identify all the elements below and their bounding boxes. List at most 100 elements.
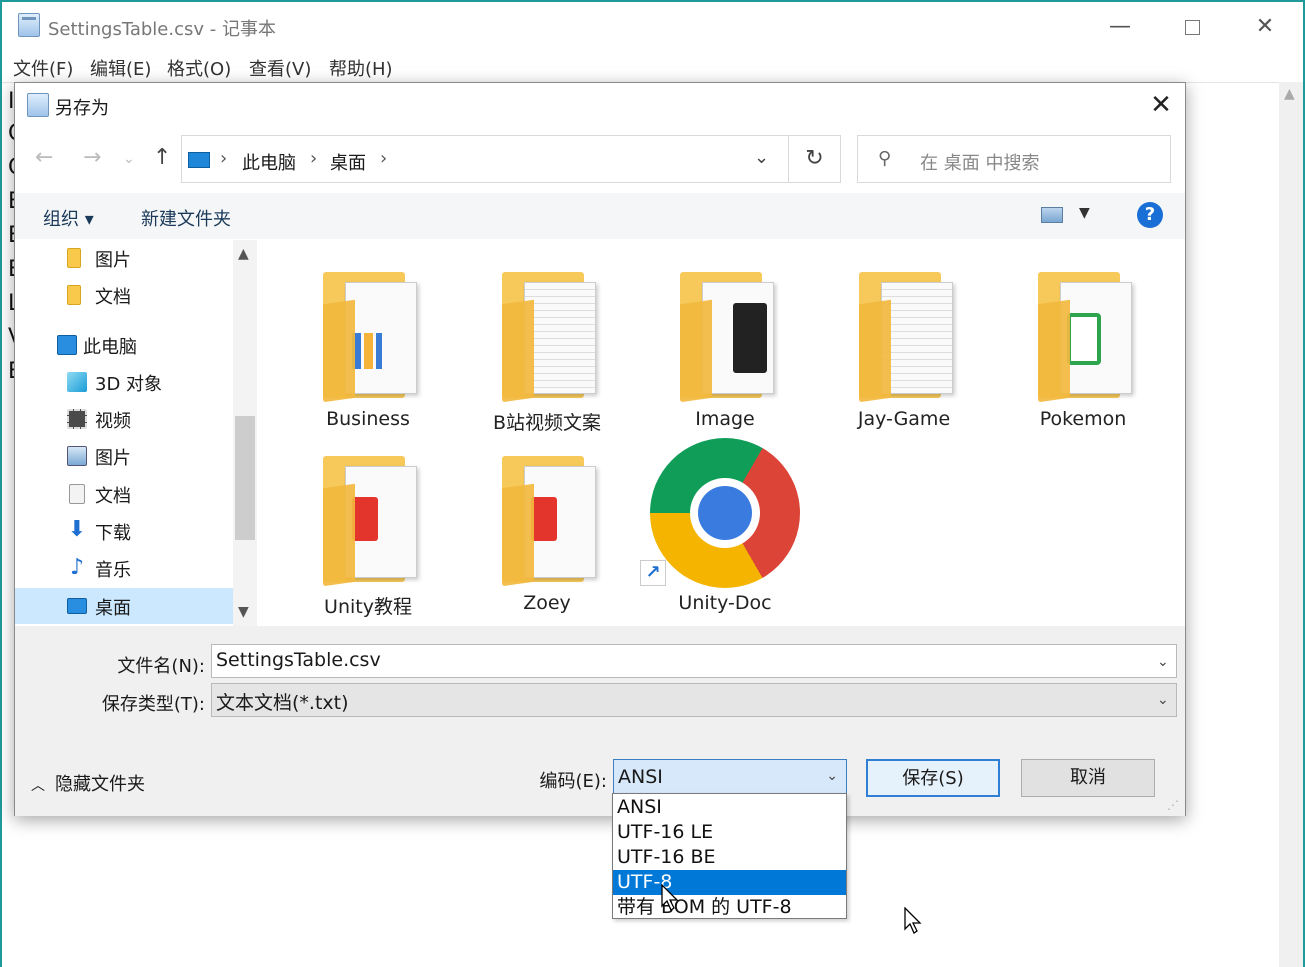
nav-item-pictures[interactable]: 图片 xyxy=(15,240,233,276)
organize-button[interactable]: 组织 ▾ xyxy=(43,205,94,231)
search-placeholder: 在 桌面 中搜索 xyxy=(920,153,1040,174)
folder-icon xyxy=(323,272,423,403)
nav-item-label: 文档 xyxy=(95,287,131,308)
minimize-button[interactable]: — xyxy=(1097,7,1143,47)
encoding-option-utf8-bom[interactable]: 带有 BOM 的 UTF-8 xyxy=(613,895,846,920)
chevron-down-icon[interactable]: ⌄ xyxy=(1157,654,1169,670)
help-icon[interactable]: ? xyxy=(1137,202,1163,228)
file-item-unity-tutorial[interactable]: Unity教程 xyxy=(283,446,453,626)
nav-item-label: 3D 对象 xyxy=(95,374,163,395)
menu-view[interactable]: 查看(V) xyxy=(249,55,311,81)
nav-item-label: 音乐 xyxy=(95,560,131,581)
back-arrow-icon[interactable]: ← xyxy=(35,145,53,170)
notepad-title: SettingsTable.csv - 记事本 xyxy=(48,19,276,40)
nav-item-documents-2[interactable]: 文档 xyxy=(15,476,233,512)
file-name: Unity-Doc xyxy=(678,592,772,614)
view-options-icon[interactable] xyxy=(1041,207,1063,223)
nav-item-label: 文档 xyxy=(95,486,131,507)
cancel-button[interactable]: 取消 xyxy=(1021,759,1155,797)
file-item-bilibili-scripts[interactable]: B站视频文案 xyxy=(462,262,632,442)
save-button[interactable]: 保存(S) xyxy=(866,759,1000,797)
encoding-option-utf16be[interactable]: UTF-16 BE xyxy=(613,845,846,870)
chevron-down-icon: ⌄ xyxy=(826,768,838,784)
chevron-down-icon[interactable]: ⌄ xyxy=(754,147,769,168)
filetype-select[interactable]: 文本文档(*.txt) xyxy=(211,683,1177,717)
mouse-cursor-icon xyxy=(661,884,679,911)
scroll-up-icon[interactable]: ▲ xyxy=(1284,86,1295,102)
file-list: Business B站视频文案 Image Jay-Game Pokemon U… xyxy=(258,240,1185,626)
nav-item-pictures-2[interactable]: 图片 xyxy=(15,438,233,474)
chevron-right-icon[interactable]: › xyxy=(310,148,317,169)
encoding-value: ANSI xyxy=(618,766,663,788)
music-icon: ♪ xyxy=(69,555,85,580)
filename-input[interactable]: SettingsTable.csv xyxy=(211,644,1177,678)
breadcrumb-this-pc[interactable]: 此电脑 xyxy=(242,149,296,175)
nav-item-3d-objects[interactable]: 3D 对象 xyxy=(15,364,233,400)
scrollbar-thumb[interactable] xyxy=(235,416,255,540)
file-name: Image xyxy=(695,408,755,430)
computer-icon xyxy=(188,152,210,168)
menu-help[interactable]: 帮助(H) xyxy=(329,55,393,81)
file-item-zoey[interactable]: Zoey xyxy=(462,446,632,626)
notepad-icon xyxy=(18,13,40,37)
nav-item-this-pc[interactable]: 此电脑 xyxy=(15,327,233,363)
nav-item-label: 视频 xyxy=(95,411,131,432)
close-window-button[interactable]: ✕ xyxy=(1242,7,1288,47)
recent-locations-icon[interactable]: ⌄ xyxy=(123,151,135,167)
filename-value: SettingsTable.csv xyxy=(216,649,381,671)
encoding-option-utf16le[interactable]: UTF-16 LE xyxy=(613,820,846,845)
dialog-icon xyxy=(27,93,49,117)
dialog-toolbar: 组织 ▾ 新建文件夹 ▼ ? xyxy=(15,193,1185,239)
chevron-up-icon: ︿ xyxy=(31,778,45,794)
nav-item-music[interactable]: ♪ 音乐 xyxy=(15,550,233,586)
chevron-right-icon[interactable]: › xyxy=(220,148,227,169)
menu-edit[interactable]: 编辑(E) xyxy=(90,55,151,81)
notepad-scrollbar[interactable]: ▲ xyxy=(1279,82,1303,967)
file-item-unity-doc[interactable]: ↗ Unity-Doc xyxy=(640,438,810,626)
dialog-title: 另存为 xyxy=(55,98,109,119)
file-name: Business xyxy=(326,408,410,430)
encoding-option-ansi[interactable]: ANSI xyxy=(613,795,846,820)
chevron-down-icon[interactable]: ⌄ xyxy=(1157,692,1169,708)
refresh-icon: ↻ xyxy=(805,146,824,171)
address-bar[interactable]: › 此电脑 › 桌面 › ⌄ xyxy=(181,135,789,183)
nav-item-videos[interactable]: 视频 xyxy=(15,401,233,437)
folder-icon xyxy=(67,285,81,305)
nav-item-desktop[interactable]: 桌面 xyxy=(15,588,233,624)
encoding-option-utf8[interactable]: UTF-8 xyxy=(613,870,846,895)
view-dropdown-icon[interactable]: ▼ xyxy=(1079,205,1090,221)
encoding-label: 编码(E): xyxy=(539,771,607,792)
forward-arrow-icon[interactable]: → xyxy=(83,145,101,170)
file-item-pokemon[interactable]: Pokemon xyxy=(998,262,1168,442)
shortcut-arrow-icon: ↗ xyxy=(640,560,666,586)
refresh-button[interactable]: ↻ xyxy=(789,135,841,183)
chevron-right-icon[interactable]: › xyxy=(380,148,387,169)
hide-folders-button[interactable]: ︿ 隐藏文件夹 xyxy=(31,770,145,796)
resize-grip-icon[interactable]: ⋰ xyxy=(1167,798,1179,812)
file-name: Zoey xyxy=(523,592,571,614)
file-name: Jay-Game xyxy=(857,408,951,430)
notepad-menubar: 文件(F) 编辑(E) 格式(O) 查看(V) 帮助(H) xyxy=(2,48,1303,82)
dialog-close-button[interactable]: ✕ xyxy=(1143,87,1179,123)
folder-icon xyxy=(502,272,602,403)
encoding-select[interactable]: ANSI ⌄ xyxy=(613,759,847,797)
menu-file[interactable]: 文件(F) xyxy=(13,55,73,81)
menu-format[interactable]: 格式(O) xyxy=(167,55,231,81)
up-arrow-icon[interactable]: ↑ xyxy=(153,145,171,170)
nav-pane-scrollbar[interactable]: ▲ ▼ xyxy=(233,240,257,626)
file-item-jay-game[interactable]: Jay-Game xyxy=(819,262,989,442)
nav-item-label: 桌面 xyxy=(95,598,131,619)
maximize-button[interactable] xyxy=(1169,7,1215,47)
file-name: Unity教程 xyxy=(324,596,412,618)
breadcrumb-desktop[interactable]: 桌面 xyxy=(330,149,366,175)
file-item-image[interactable]: Image xyxy=(640,262,810,442)
new-folder-button[interactable]: 新建文件夹 xyxy=(141,205,231,231)
search-input[interactable]: ⚲ 在 桌面 中搜索 xyxy=(857,135,1171,183)
folder-icon xyxy=(67,248,81,268)
file-item-business[interactable]: Business xyxy=(283,262,453,442)
scroll-down-icon[interactable]: ▼ xyxy=(238,604,249,620)
nav-item-downloads[interactable]: ⬇ 下载 xyxy=(15,513,233,549)
scroll-up-icon[interactable]: ▲ xyxy=(238,246,249,262)
folder-icon xyxy=(502,456,602,587)
nav-item-documents[interactable]: 文档 xyxy=(15,277,233,313)
